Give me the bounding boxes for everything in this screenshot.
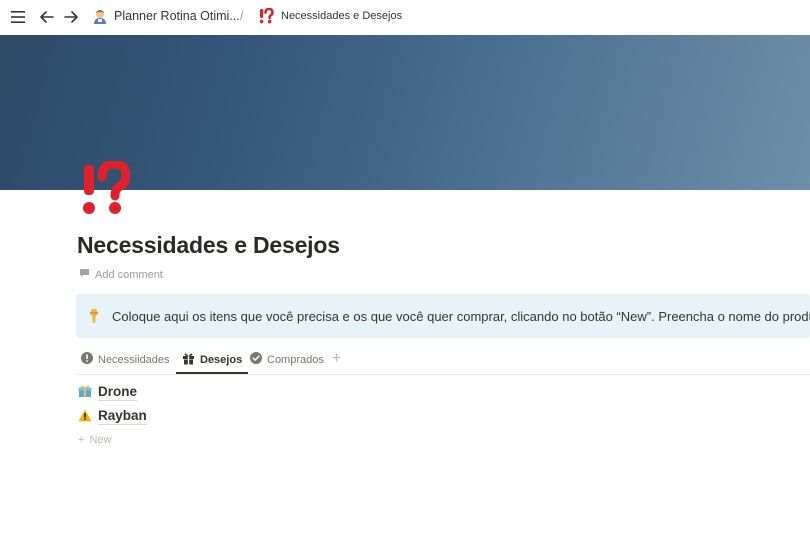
breadcrumb-parent[interactable]: Planner Rotina Otimi... bbox=[92, 8, 240, 24]
tab-comprados[interactable]: Comprados bbox=[250, 346, 324, 373]
pointing-down-hand-icon bbox=[86, 308, 102, 324]
plus-icon: + bbox=[78, 434, 85, 446]
warning-emoji-icon bbox=[78, 409, 92, 425]
item-label: Drone bbox=[98, 384, 138, 401]
add-comment-label: Add comment bbox=[95, 268, 163, 281]
menu-icon[interactable] bbox=[8, 7, 28, 27]
tab-label: Necessiidades bbox=[98, 353, 170, 366]
comment-icon bbox=[79, 268, 90, 281]
tab-necessiidades[interactable]: Necessiidades bbox=[81, 346, 170, 373]
tab-desejos[interactable]: Desejos bbox=[176, 346, 249, 374]
list-item[interactable]: Rayban bbox=[78, 408, 147, 425]
breadcrumb-current-label: Necessidades e Desejos bbox=[281, 10, 403, 22]
person-emoji-icon bbox=[92, 8, 108, 24]
page-title[interactable]: Necessidades e Desejos bbox=[77, 232, 340, 259]
page-icon-exclamation-question-icon[interactable] bbox=[82, 159, 131, 217]
breadcrumb-separator: / bbox=[240, 9, 244, 23]
tab-label: Desejos bbox=[200, 353, 243, 366]
gift-icon bbox=[182, 352, 195, 368]
item-label: Rayban bbox=[98, 408, 147, 425]
breadcrumb-current[interactable]: Necessidades e Desejos bbox=[258, 7, 403, 24]
breadcrumb-parent-label: Planner Rotina Otimi... bbox=[114, 9, 240, 23]
gift-emoji-icon bbox=[78, 384, 92, 401]
forward-arrow-icon[interactable] bbox=[61, 7, 81, 27]
check-circle-icon bbox=[250, 352, 262, 367]
tab-label: Comprados bbox=[267, 353, 324, 366]
add-view-plus-icon[interactable]: + bbox=[332, 349, 341, 369]
top-bar: Planner Rotina Otimi... / Necessidades e… bbox=[0, 0, 810, 35]
exclamation-circle-icon bbox=[81, 352, 93, 367]
add-comment-button[interactable]: Add comment bbox=[79, 268, 163, 281]
callout-block[interactable]: Coloque aqui os itens que você precisa e… bbox=[76, 294, 810, 338]
new-item-button[interactable]: + New bbox=[78, 434, 111, 446]
view-tabs: Necessiidades Desejos Comprados + bbox=[76, 346, 810, 375]
list-item[interactable]: Drone bbox=[78, 384, 138, 401]
exclamation-question-icon bbox=[258, 7, 274, 24]
back-arrow-icon[interactable] bbox=[36, 7, 56, 27]
callout-text: Coloque aqui os itens que você precisa e… bbox=[112, 308, 810, 324]
new-item-label: New bbox=[89, 434, 112, 446]
